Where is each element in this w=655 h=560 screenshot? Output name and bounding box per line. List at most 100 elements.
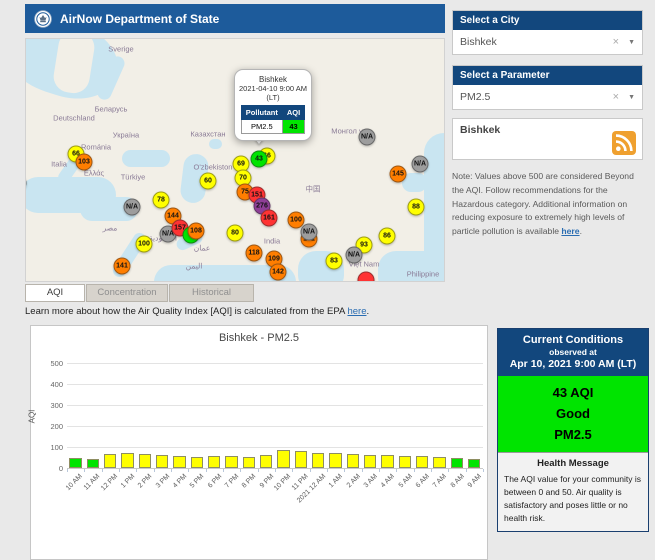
aqi-marker[interactable]: N/A	[301, 224, 318, 241]
current-aqi-parameter: PM2.5	[498, 425, 648, 446]
chart-bar[interactable]	[329, 453, 342, 468]
aqi-marker[interactable]: 88	[408, 199, 425, 216]
current-aqi-value: 43 AQI	[498, 383, 648, 404]
chart-bar[interactable]	[225, 456, 238, 468]
map-country-label: Türkiye	[121, 173, 146, 182]
popup-pollutant-header: Pollutant	[241, 106, 282, 120]
aqi-marker[interactable]: 142	[270, 264, 287, 281]
chart-y-tick-label: 100	[37, 443, 63, 452]
aqi-marker[interactable]: 86	[379, 228, 396, 245]
chart-x-tick-label: 8 PM	[241, 473, 258, 490]
chart-bar[interactable]	[156, 455, 169, 468]
aqi-marker[interactable]: 118	[246, 245, 263, 262]
chart-bar[interactable]	[451, 458, 464, 468]
map-country-label: Казахстан	[190, 130, 225, 139]
current-conditions-header: Current Conditions observed at Apr 10, 2…	[498, 329, 648, 376]
chart-x-tick	[466, 469, 467, 472]
select-city-label: Select a City	[453, 11, 642, 30]
learn-more-after: .	[366, 306, 369, 317]
chart-x-tick	[275, 469, 276, 472]
chart-bar[interactable]	[312, 453, 325, 468]
select-parameter-label: Select a Parameter	[453, 66, 642, 85]
note-here-link[interactable]: here	[561, 226, 579, 236]
city-dropdown[interactable]: Bishkek × ▼	[453, 30, 642, 54]
chart-bar[interactable]	[468, 459, 481, 468]
map-country-label: Philippine	[407, 270, 440, 279]
map-water	[122, 150, 170, 167]
chart-bar[interactable]	[277, 450, 290, 468]
chart-x-tick	[344, 469, 345, 472]
chart-plot-area: AQI 010020030040050010 AM11 AM12 PM1 PM2…	[31, 326, 487, 559]
chart-bar[interactable]	[433, 457, 446, 468]
chart-gridline	[67, 405, 483, 406]
chart-y-tick-label: 200	[37, 422, 63, 431]
parameter-chevron-down-icon[interactable]: ▼	[628, 94, 635, 101]
note-text-after: .	[580, 226, 582, 236]
chart-x-tick-label: 6 AM	[415, 473, 431, 489]
tab-concentration[interactable]: Concentration	[86, 284, 168, 302]
aqi-marker[interactable]: 141	[114, 258, 131, 275]
aqi-marker[interactable]: N/A	[412, 156, 429, 173]
city-clear-icon[interactable]: ×	[613, 36, 619, 48]
map-country-label: مصر	[103, 224, 118, 233]
chart-bar[interactable]	[173, 456, 186, 468]
chart-x-tick-label: 7 AM	[432, 473, 448, 489]
city-chevron-down-icon[interactable]: ▼	[628, 39, 635, 46]
chart-bar[interactable]	[243, 457, 256, 468]
parameter-dropdown[interactable]: PM2.5 × ▼	[453, 85, 642, 109]
aqi-marker[interactable]: N/A	[124, 199, 141, 216]
aqi-marker[interactable]: 103	[76, 154, 93, 171]
chart-x-tick	[327, 469, 328, 472]
chart-x-tick	[379, 469, 380, 472]
chart-x-tick	[223, 469, 224, 472]
aqi-marker[interactable]: 60	[200, 173, 217, 190]
chart-bar[interactable]	[104, 454, 117, 468]
aqi-marker[interactable]: N/A	[346, 247, 363, 264]
aqi-marker[interactable]: 43	[251, 151, 268, 168]
chart-bar[interactable]	[139, 454, 152, 468]
aqi-marker[interactable]: 78	[153, 192, 170, 209]
aqi-world-map[interactable]: SverigeБеларусьDeutschlandУкраїнаRománia…	[25, 38, 445, 282]
map-country-label: Deutschland	[53, 114, 95, 123]
chart-bar[interactable]	[364, 455, 377, 468]
learn-more-text: Learn more about how the Air Quality Ind…	[25, 306, 455, 317]
map-country-label: عمان	[194, 244, 211, 253]
parameter-dropdown-value: PM2.5	[460, 91, 613, 103]
chart-bar[interactable]	[381, 455, 394, 468]
aqi-marker[interactable]: 80	[227, 225, 244, 242]
chart-bar[interactable]	[121, 453, 134, 468]
tab-historical[interactable]: Historical	[169, 284, 254, 302]
chart-bar[interactable]	[69, 458, 82, 468]
rss-icon[interactable]	[612, 131, 636, 155]
aqi-marker[interactable]: N/A	[359, 129, 376, 146]
chart-x-tick	[171, 469, 172, 472]
chart-x-tick-label: 9 AM	[467, 473, 483, 489]
chart-x-tick	[188, 469, 189, 472]
chart-gridline	[67, 363, 483, 364]
chart-bar[interactable]	[208, 456, 221, 468]
aqi-marker[interactable]	[358, 272, 375, 283]
current-conditions-title: Current Conditions	[500, 334, 646, 346]
epa-here-link[interactable]: here	[347, 306, 366, 317]
chart-x-tick	[448, 469, 449, 472]
chart-bar[interactable]	[260, 455, 273, 468]
chart-bar[interactable]	[191, 457, 204, 468]
chart-bar[interactable]	[399, 456, 412, 468]
parameter-clear-icon[interactable]: ×	[613, 91, 619, 103]
aqi-marker[interactable]: 83	[326, 253, 343, 270]
chart-bar[interactable]	[347, 454, 360, 468]
tab-aqi[interactable]: AQI	[25, 284, 85, 302]
aqi-marker[interactable]: 161	[261, 210, 278, 227]
chart-x-tick	[396, 469, 397, 472]
aqi-marker[interactable]: 100	[136, 236, 153, 253]
chart-y-tick-label: 300	[37, 401, 63, 410]
popup-aqi-value: 43	[282, 120, 304, 134]
chart-bar[interactable]	[295, 451, 308, 468]
chart-bar[interactable]	[416, 456, 429, 468]
chart-gridline	[67, 447, 483, 448]
chart-y-axis-label: AQI	[27, 410, 36, 424]
chart-bar[interactable]	[87, 459, 100, 468]
aqi-marker[interactable]: 108	[188, 223, 205, 240]
aqi-marker[interactable]: 145	[390, 166, 407, 183]
chart-x-tick	[431, 469, 432, 472]
